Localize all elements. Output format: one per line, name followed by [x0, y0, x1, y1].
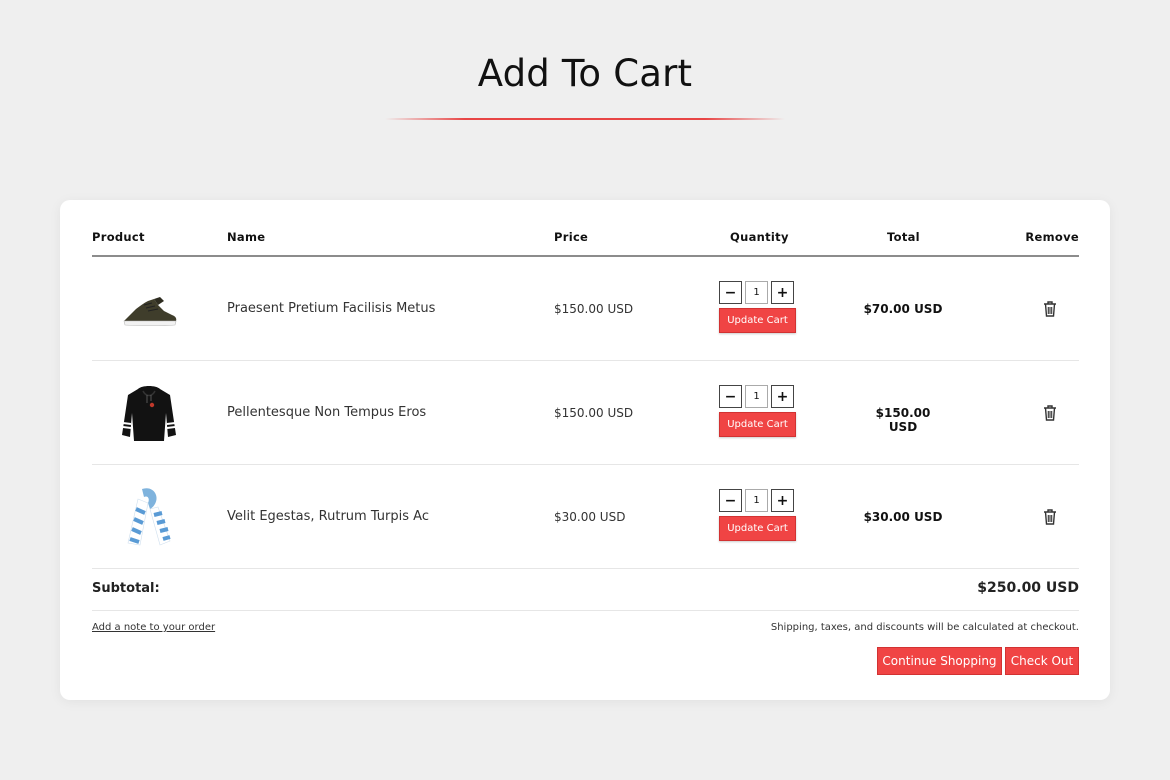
- decrease-button[interactable]: −: [719, 489, 742, 512]
- add-note-link[interactable]: Add a note to your order: [92, 622, 215, 633]
- product-name[interactable]: Pellentesque Non Tempus Eros: [227, 405, 426, 420]
- check-out-button[interactable]: Check Out: [1005, 647, 1079, 675]
- update-cart-button[interactable]: Update Cart: [719, 412, 796, 437]
- product-price: $30.00 USD: [554, 510, 626, 524]
- title-divider: [385, 118, 785, 120]
- shipping-note: Shipping, taxes, and discounts will be c…: [770, 622, 1079, 633]
- header-total: Total: [887, 230, 920, 244]
- page-title: Add To Cart: [477, 52, 693, 95]
- table-row: Praesent Pretium Facilisis Metus $150.00…: [92, 257, 1079, 361]
- header-product: Product: [92, 230, 145, 244]
- decrease-button[interactable]: −: [719, 281, 742, 304]
- hoodie-image[interactable]: [114, 379, 184, 447]
- product-price: $150.00 USD: [554, 302, 634, 316]
- quantity-control: − 1 + Update Cart: [719, 489, 796, 541]
- quantity-input[interactable]: 1: [745, 281, 768, 304]
- continue-shopping-button[interactable]: Continue Shopping: [877, 647, 1002, 675]
- increase-button[interactable]: +: [771, 385, 794, 408]
- quantity-input[interactable]: 1: [745, 489, 768, 512]
- subtotal-label: Subtotal:: [92, 581, 160, 596]
- quantity-stepper: − 1 +: [719, 281, 796, 304]
- product-name[interactable]: Velit Egestas, Rutrum Turpis Ac: [227, 509, 429, 524]
- row-total: $70.00 USD: [863, 302, 943, 316]
- quantity-stepper: − 1 +: [719, 489, 796, 512]
- quantity-control: − 1 + Update Cart: [719, 385, 796, 437]
- table-row: Velit Egestas, Rutrum Turpis Ac $30.00 U…: [92, 465, 1079, 569]
- row-total: $150.00 USD: [875, 406, 931, 434]
- quantity-control: − 1 + Update Cart: [719, 281, 796, 333]
- trash-icon[interactable]: [1040, 507, 1060, 527]
- product-name[interactable]: Praesent Pretium Facilisis Metus: [227, 301, 435, 316]
- increase-button[interactable]: +: [771, 281, 794, 304]
- header-remove: Remove: [1025, 230, 1079, 244]
- quantity-input[interactable]: 1: [745, 385, 768, 408]
- row-total: $30.00 USD: [863, 510, 943, 524]
- subtotal-value: $250.00 USD: [977, 580, 1079, 596]
- quantity-stepper: − 1 +: [719, 385, 796, 408]
- update-cart-button[interactable]: Update Cart: [719, 308, 796, 333]
- sneaker-image[interactable]: [114, 275, 184, 343]
- table-row: Pellentesque Non Tempus Eros $150.00 USD…: [92, 361, 1079, 465]
- decrease-button[interactable]: −: [719, 385, 742, 408]
- scarf-image[interactable]: [114, 483, 184, 551]
- increase-button[interactable]: +: [771, 489, 794, 512]
- header-quantity: Quantity: [730, 230, 789, 244]
- header-price: Price: [554, 230, 589, 244]
- cart-card: Product Name Price Quantity Total Remove…: [60, 200, 1110, 700]
- update-cart-button[interactable]: Update Cart: [719, 516, 796, 541]
- subtotal-row: Subtotal: $250.00 USD: [92, 569, 1079, 611]
- table-header: Product Name Price Quantity Total Remove: [92, 230, 1079, 257]
- trash-icon[interactable]: [1040, 299, 1060, 319]
- header-name: Name: [227, 230, 266, 244]
- trash-icon[interactable]: [1040, 403, 1060, 423]
- product-price: $150.00 USD: [554, 406, 634, 420]
